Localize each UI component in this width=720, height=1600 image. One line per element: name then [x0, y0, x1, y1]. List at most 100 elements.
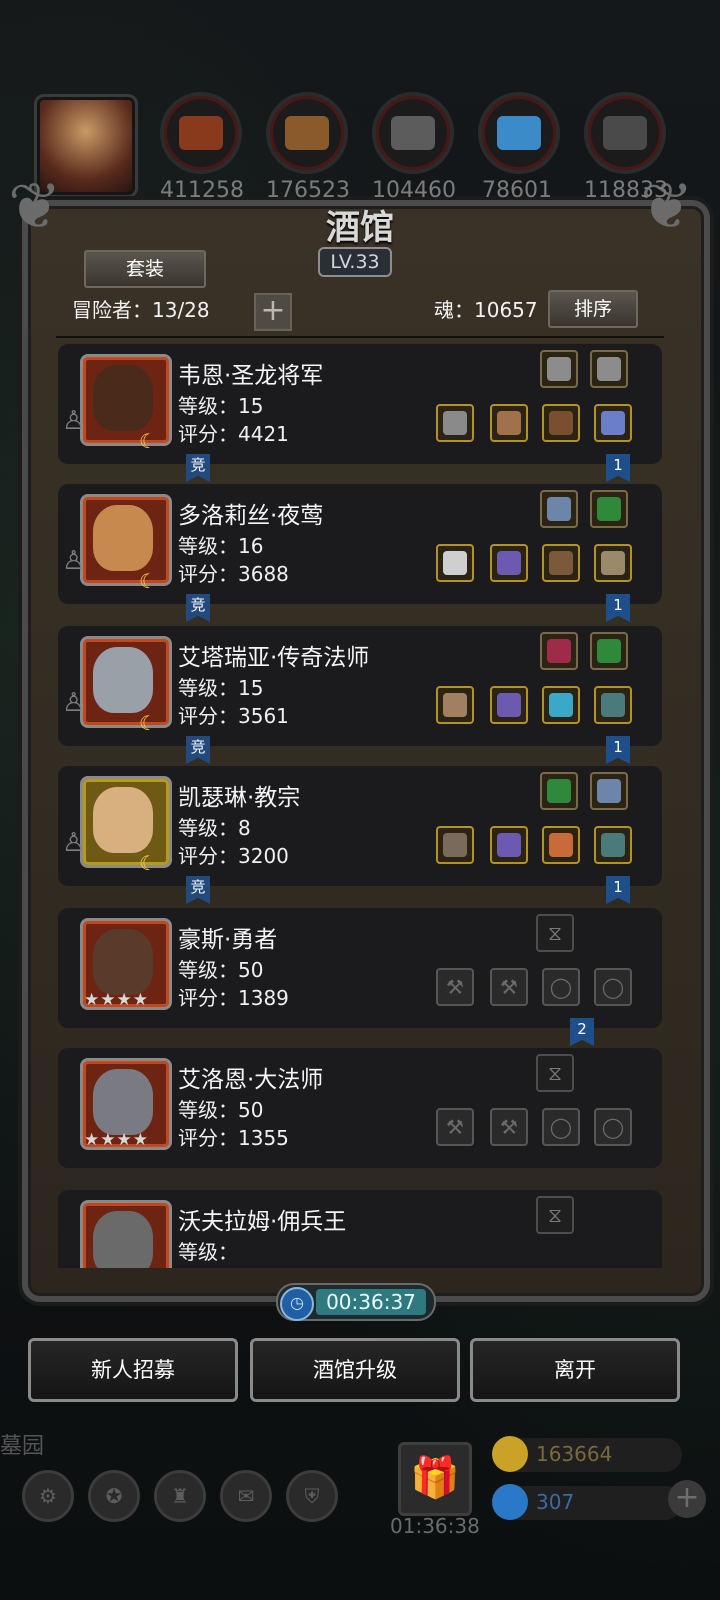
hero-score: 评分：1355	[178, 1126, 289, 1150]
star-rating: ★★★★	[84, 1130, 149, 1150]
equip-slot[interactable]	[594, 544, 632, 582]
add-slot-button[interactable]: +	[254, 293, 292, 331]
item-icon	[443, 551, 467, 575]
equip-slot[interactable]	[542, 686, 580, 724]
wood-value: 176523	[266, 178, 350, 203]
star-icon[interactable]: ✪	[88, 1470, 140, 1522]
iron-resource[interactable]: 118833	[584, 92, 668, 203]
clock-icon: ◷	[280, 1287, 314, 1321]
accessory-slot[interactable]	[540, 350, 578, 388]
hero-card[interactable]: ☾ ♙ 凯瑟琳·教宗 等级：8 评分：3200	[58, 766, 662, 886]
equip-slot[interactable]	[542, 544, 580, 582]
accessory-slot[interactable]	[590, 632, 628, 670]
hero-name: 沃夫拉姆·佣兵王	[178, 1209, 347, 1235]
accessory-slot[interactable]	[590, 350, 628, 388]
hero-level: 等级：50	[178, 1098, 264, 1122]
hero-portrait[interactable]: ☾	[80, 636, 172, 735]
item-icon	[547, 357, 571, 381]
add-currency-button[interactable]: +	[668, 1480, 706, 1518]
accessory-slot[interactable]	[540, 632, 578, 670]
equip-slot[interactable]	[490, 404, 528, 442]
item-icon	[547, 779, 571, 803]
item-icon	[497, 411, 521, 435]
hero-card[interactable]: 沃夫拉姆·佣兵王 等级： ⧖	[58, 1190, 662, 1268]
equip-slot[interactable]	[594, 404, 632, 442]
gem-display: 307	[492, 1484, 682, 1520]
empty-slot-icon[interactable]: ⧖	[536, 914, 574, 952]
item-icon	[443, 833, 467, 857]
accessory-slot[interactable]	[590, 490, 628, 528]
hero-list[interactable]: ☾ ♙ 韦恩·圣龙将军 等级：15 评分：4421 竞 1 ☾ ♙ 多洛莉丝·夜莺 等级：16 评分：…	[58, 344, 662, 1268]
wood-resource[interactable]: 176523	[266, 92, 350, 203]
hero-name: 多洛莉丝·夜莺	[178, 503, 324, 529]
gift-icon[interactable]: 🎁	[398, 1442, 472, 1516]
crystal-resource[interactable]: 78601	[478, 92, 560, 203]
hero-score: 评分：3561	[178, 704, 289, 728]
ghost-icon: ♙	[62, 688, 86, 718]
moon-icon: ☾	[139, 851, 157, 875]
gem-icon	[492, 1484, 528, 1520]
hero-score: 评分：3200	[178, 844, 289, 868]
empty-equip-slot[interactable]: ⚒	[436, 1108, 474, 1146]
empty-equip-slot[interactable]: ⚒	[490, 968, 528, 1006]
star-rating: ★★★★	[84, 990, 149, 1010]
slot-number-tag: 1	[606, 876, 630, 904]
item-icon	[549, 551, 573, 575]
equip-slot[interactable]	[542, 826, 580, 864]
equip-slot[interactable]	[542, 404, 580, 442]
hero-card[interactable]: ☾ ♙ 韦恩·圣龙将军 等级：15 评分：4421	[58, 344, 662, 464]
equip-slot[interactable]	[436, 544, 474, 582]
shield-icon[interactable]: ⛨	[286, 1470, 338, 1522]
empty-slot-icon[interactable]: ⧖	[536, 1054, 574, 1092]
equip-slot[interactable]	[436, 826, 474, 864]
hero-level: 等级：16	[178, 534, 264, 558]
equip-slot[interactable]	[490, 544, 528, 582]
mail-icon[interactable]: ✉	[220, 1470, 272, 1522]
equip-slot[interactable]	[490, 686, 528, 724]
set-button[interactable]: 套装	[84, 250, 206, 288]
empty-equip-slot[interactable]: ⚒	[436, 968, 474, 1006]
accessory-slot[interactable]	[590, 772, 628, 810]
gold-coin-icon	[492, 1436, 528, 1472]
empty-equip-slot[interactable]: ◯	[594, 1108, 632, 1146]
empty-slot-icon[interactable]: ⧖	[536, 1196, 574, 1234]
gift-timer: 01:36:38	[390, 1514, 480, 1538]
equip-slot[interactable]	[594, 686, 632, 724]
hero-name: 艾塔瑞亚·传奇法师	[178, 645, 370, 671]
hero-card[interactable]: ☾ ♙ 艾塔瑞亚·传奇法师 等级：15 评分：3561	[58, 626, 662, 746]
hero-portrait[interactable]	[80, 1200, 172, 1268]
hero-portrait[interactable]: ☾	[80, 494, 172, 593]
hero-card[interactable]: ★★★★ 艾洛恩·大法师 等级：50 评分：1355 ⧖ ⚒ ⚒ ◯ ◯	[58, 1048, 662, 1168]
hero-face	[93, 505, 153, 571]
castle-icon[interactable]: ♜	[154, 1470, 206, 1522]
empty-equip-slot[interactable]: ⚒	[490, 1108, 528, 1146]
slot-number-tag: 2	[570, 1018, 594, 1046]
arena-tag: 竞	[186, 736, 210, 764]
hero-card[interactable]: ☾ ♙ 多洛莉丝·夜莺 等级：16 评分：3688	[58, 484, 662, 604]
accessory-slot[interactable]	[540, 490, 578, 528]
hero-card[interactable]: ★★★★ 豪斯·勇者 等级：50 评分：1389 ⧖ ⚒ ⚒ ◯ ◯	[58, 908, 662, 1028]
equip-slot[interactable]	[594, 826, 632, 864]
hero-name: 凯瑟琳·教宗	[178, 785, 301, 811]
upgrade-tavern-button[interactable]: 酒馆升级	[250, 1338, 460, 1402]
slot-number-tag: 1	[606, 736, 630, 764]
meat-resource[interactable]: 411258	[160, 92, 244, 203]
equip-slot[interactable]	[436, 404, 474, 442]
hero-portrait[interactable]: ☾	[80, 354, 172, 453]
empty-equip-slot[interactable]: ◯	[594, 968, 632, 1006]
hero-portrait[interactable]: ☾	[80, 776, 172, 875]
accessory-slot[interactable]	[540, 772, 578, 810]
sort-button[interactable]: 排序	[548, 290, 638, 328]
empty-equip-slot[interactable]: ◯	[542, 968, 580, 1006]
hero-face	[93, 1069, 153, 1135]
equip-slot[interactable]	[490, 826, 528, 864]
settings-icon[interactable]: ⚙	[22, 1470, 74, 1522]
hero-level: 等级：50	[178, 958, 264, 982]
equip-slot[interactable]	[436, 686, 474, 724]
recruit-button[interactable]: 新人招募	[28, 1338, 238, 1402]
panel-title: 酒馆	[326, 208, 394, 248]
hero-score: 评分：4421	[178, 422, 289, 446]
empty-equip-slot[interactable]: ◯	[542, 1108, 580, 1146]
stone-resource[interactable]: 104460	[372, 92, 456, 203]
leave-button[interactable]: 离开	[470, 1338, 680, 1402]
